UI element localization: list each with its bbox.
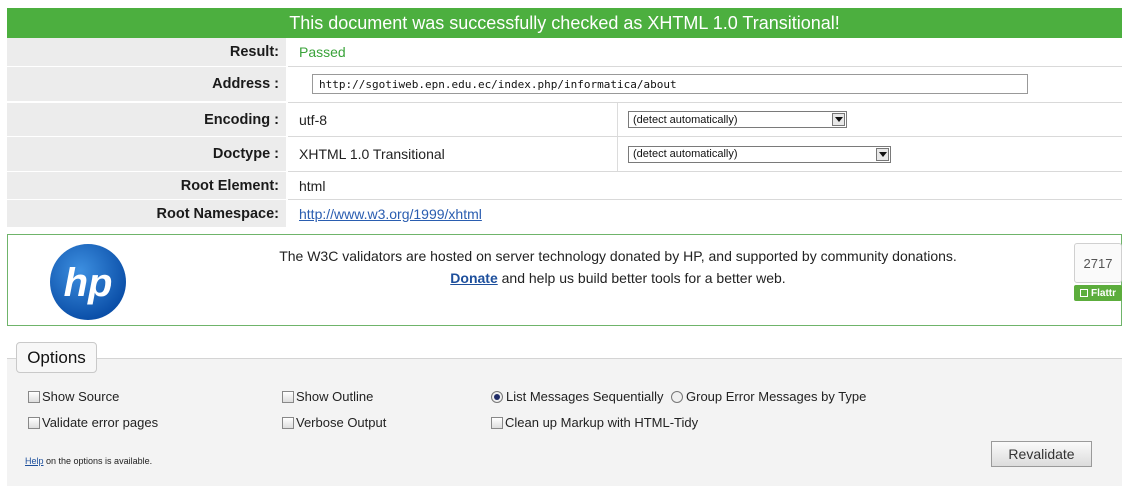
clean-up-checkbox[interactable]: [491, 416, 503, 429]
root-element-row: Root Element: html: [7, 172, 1122, 199]
result-value: Passed: [299, 44, 346, 60]
verbose-output-option[interactable]: Verbose Output: [282, 415, 386, 430]
root-element-label: Root Element:: [7, 172, 286, 199]
encoding-row: Encoding : utf-8 (detect automatically): [7, 103, 1122, 136]
list-sequentially-radio[interactable]: [491, 390, 503, 403]
options-legend: Options: [16, 342, 97, 373]
sponsor-line-2: Donate and help us build better tools fo…: [208, 267, 1028, 289]
validate-error-pages-label: Validate error pages: [42, 415, 159, 430]
sponsor-box: hp The W3C validators are hosted on serv…: [7, 234, 1122, 326]
clean-up-option[interactable]: Clean up Markup with HTML-Tidy: [491, 415, 698, 430]
address-label: Address :: [7, 67, 286, 101]
result-label: Result:: [7, 38, 286, 66]
root-namespace-label: Root Namespace:: [7, 200, 286, 227]
doctype-select-cell: (detect automatically): [617, 137, 1122, 171]
group-by-type-label: Group Error Messages by Type: [686, 389, 867, 404]
dropdown-arrow-icon[interactable]: [832, 113, 845, 126]
dropdown-arrow-icon[interactable]: [876, 147, 889, 161]
result-row: Result: Passed: [7, 38, 1122, 66]
help-note-rest: on the options is available.: [43, 456, 153, 466]
validate-error-pages-option[interactable]: Validate error pages: [28, 415, 158, 430]
flattr-icon: [1080, 289, 1088, 297]
encoding-select-cell: (detect automatically): [617, 103, 1122, 136]
help-link[interactable]: Help: [25, 456, 44, 466]
doctype-label: Doctype :: [7, 137, 286, 171]
show-source-option[interactable]: Show Source: [28, 389, 119, 404]
encoding-select[interactable]: (detect automatically): [628, 111, 847, 128]
sponsor-text: The W3C validators are hosted on server …: [208, 245, 1028, 289]
show-source-label: Show Source: [42, 389, 120, 404]
doctype-select[interactable]: (detect automatically): [628, 145, 891, 163]
doctype-select-value: (detect automatically): [633, 148, 738, 160]
address-row: Address :: [7, 67, 1122, 101]
validation-success-banner: This document was successfully checked a…: [7, 8, 1122, 38]
root-element-value: html: [299, 177, 326, 194]
address-input[interactable]: [312, 74, 1028, 94]
sponsor-line-1: The W3C validators are hosted on server …: [279, 248, 957, 264]
show-outline-option[interactable]: Show Outline: [282, 389, 373, 404]
sponsor-line-2-rest: and help us build better tools for a bet…: [497, 270, 786, 286]
group-by-type-option[interactable]: Group Error Messages by Type: [671, 389, 866, 404]
verbose-output-checkbox[interactable]: [282, 416, 294, 429]
result-value-cell: Passed: [288, 38, 1122, 66]
address-value-cell: [288, 67, 1122, 101]
donate-link[interactable]: Donate: [450, 270, 497, 286]
options-help-note: Help on the options is available.: [25, 456, 152, 466]
revalidate-button[interactable]: Revalidate: [991, 441, 1092, 467]
flattr-label: Flattr: [1091, 287, 1116, 299]
group-by-type-radio[interactable]: [671, 390, 683, 403]
root-namespace-link[interactable]: http://www.w3.org/1999/xhtml: [299, 206, 482, 222]
root-namespace-row: Root Namespace: http://www.w3.org/1999/x…: [7, 200, 1122, 227]
doctype-row: Doctype : XHTML 1.0 Transitional (detect…: [7, 137, 1122, 171]
show-outline-label: Show Outline: [296, 389, 374, 404]
flattr-button[interactable]: Flattr: [1074, 285, 1122, 301]
encoding-label: Encoding :: [7, 103, 286, 136]
encoding-select-value: (detect automatically): [633, 113, 738, 126]
svg-text:hp: hp: [64, 261, 113, 305]
verbose-output-label: Verbose Output: [296, 415, 387, 430]
list-sequentially-option[interactable]: List Messages Sequentially: [491, 389, 664, 404]
flattr-count: 2717: [1074, 243, 1122, 283]
show-source-checkbox[interactable]: [28, 390, 40, 403]
root-element-value-cell: html: [288, 172, 1122, 199]
root-namespace-value-cell: http://www.w3.org/1999/xhtml: [288, 200, 1122, 227]
hp-logo[interactable]: hp: [48, 242, 128, 322]
show-outline-checkbox[interactable]: [282, 390, 294, 403]
validate-error-pages-checkbox[interactable]: [28, 416, 40, 429]
clean-up-label: Clean up Markup with HTML-Tidy: [505, 415, 699, 430]
doctype-value: XHTML 1.0 Transitional: [299, 146, 445, 162]
list-sequentially-label: List Messages Sequentially: [506, 389, 664, 404]
banner-text: This document was successfully checked a…: [289, 12, 840, 33]
encoding-value: utf-8: [299, 111, 328, 128]
